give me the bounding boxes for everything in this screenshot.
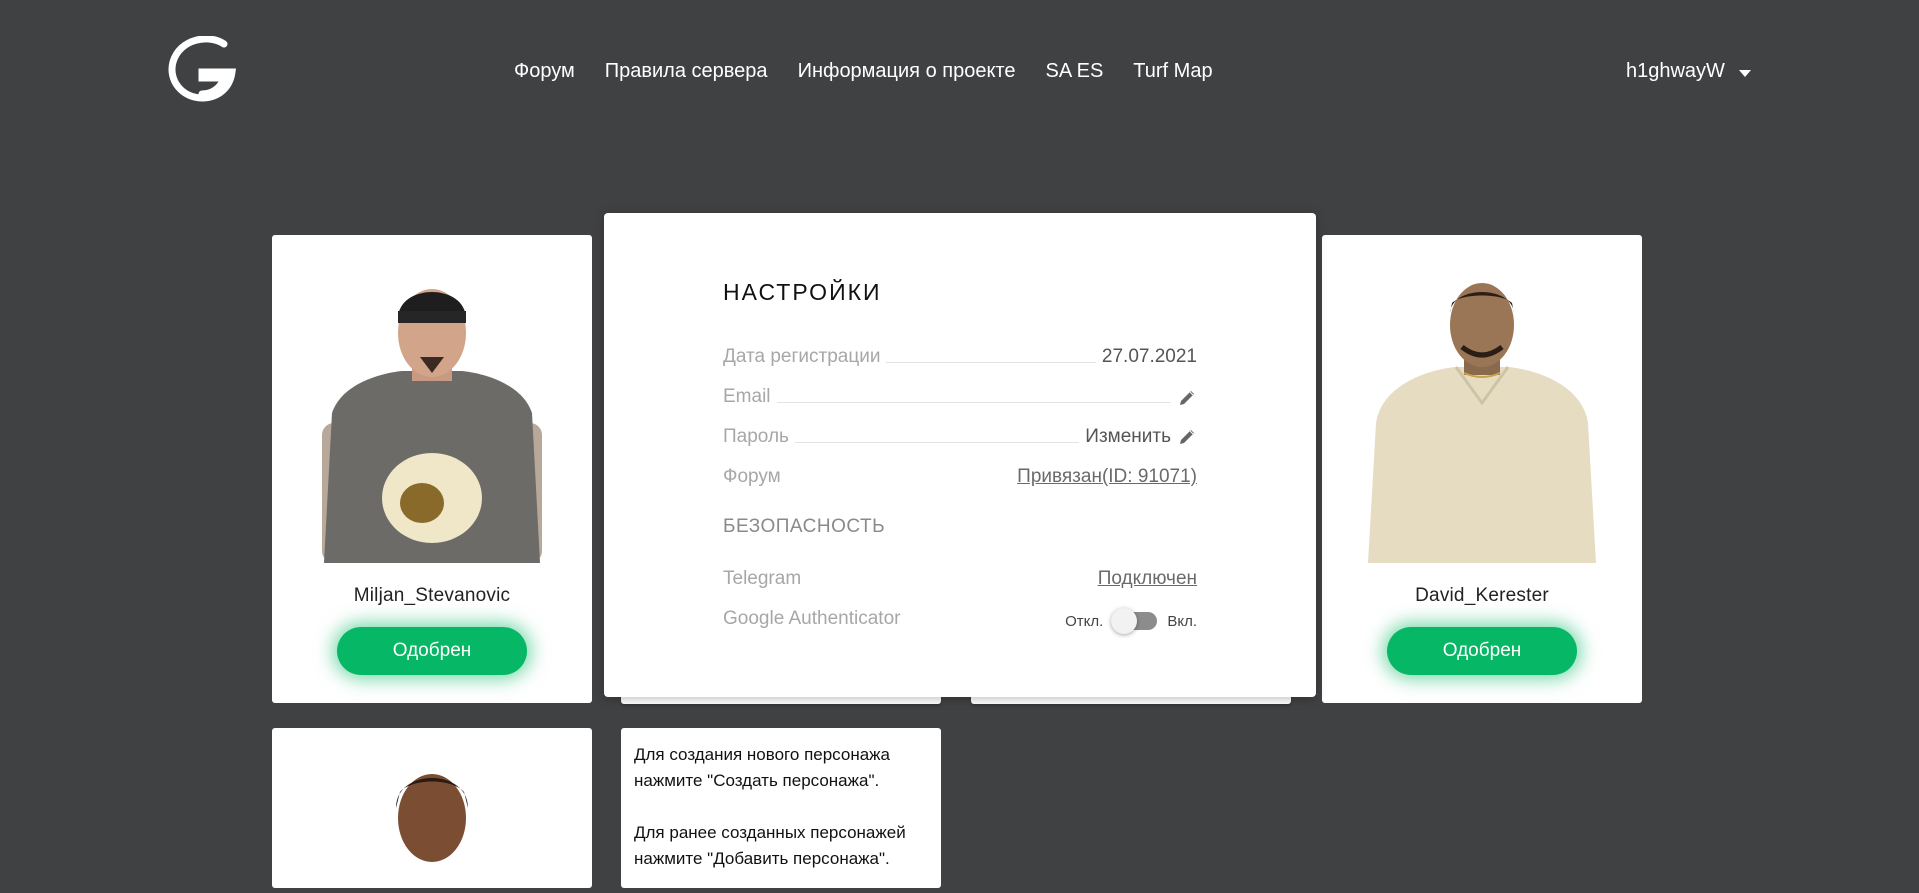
password-label: Пароль [723, 426, 789, 447]
telegram-link[interactable]: Подключен [1098, 568, 1197, 590]
info-text-add: Для ранее созданных персонажей нажмите "… [634, 823, 906, 868]
approved-button[interactable]: Одобрен [1387, 627, 1577, 675]
info-card: Для создания нового персонажа нажмите "С… [621, 728, 941, 888]
google-auth-toggle[interactable] [1111, 608, 1158, 634]
nav-project-info[interactable]: Информация о проекте [798, 60, 1016, 83]
security-title: БЕЗОПАСНОСТЬ [723, 516, 886, 537]
approved-button[interactable]: Одобрен [337, 627, 527, 675]
character-name: Miljan_Stevanovic [353, 585, 511, 606]
character-avatar [396, 774, 468, 862]
character-name: David_Kerester [1415, 585, 1549, 606]
nav-server-rules[interactable]: Правила сервера [605, 60, 768, 83]
pencil-icon[interactable] [1177, 427, 1197, 447]
info-text-create: Для создания нового персонажа нажмите "С… [634, 745, 890, 790]
row-divider [776, 402, 1171, 403]
character-avatar [302, 273, 562, 563]
username: h1ghwayW [1626, 60, 1725, 82]
registration-row: Дата регистрации 27.07.2021 [723, 328, 1197, 368]
registration-value: 27.07.2021 [1101, 346, 1197, 367]
user-menu[interactable]: h1ghwayW [1626, 60, 1751, 83]
email-row: Email [723, 368, 1197, 408]
email-label: Email [723, 386, 771, 407]
logo-icon [168, 35, 236, 102]
password-change-label: Изменить [1085, 426, 1171, 447]
google-auth-row: Google Authenticator Откл. Вкл. [723, 590, 1197, 634]
pencil-icon[interactable] [1177, 388, 1197, 408]
forum-link[interactable]: Привязан(ID: 91071) [1017, 466, 1197, 488]
google-auth-label: Google Authenticator [723, 608, 901, 629]
row-divider [886, 362, 1096, 363]
nav-forum[interactable]: Форум [514, 60, 575, 83]
forum-row: Форум Привязан(ID: 91071) [723, 448, 1197, 488]
site-logo[interactable] [166, 35, 238, 102]
toggle-off-label: Откл. [1065, 612, 1104, 630]
row-divider [794, 442, 1080, 443]
character-card: David_Kerester Одобрен [1322, 235, 1642, 703]
settings-modal: НАСТРОЙКИ Дата регистрации 27.07.2021 Em… [604, 213, 1316, 697]
forum-label: Форум [723, 466, 781, 487]
telegram-label: Telegram [723, 568, 802, 589]
character-card [272, 728, 592, 888]
character-card: Miljan_Stevanovic Одобрен [272, 235, 592, 703]
google-auth-toggle-group: Откл. Вкл. [1065, 608, 1197, 634]
nav-turf-map[interactable]: Turf Map [1133, 60, 1212, 83]
nav-sa-es[interactable]: SA ES [1045, 60, 1103, 83]
registration-label: Дата регистрации [723, 346, 881, 367]
password-row: Пароль Изменить [723, 408, 1197, 448]
email-value [1177, 388, 1197, 408]
main-nav: Форум Правила сервера Информация о проек… [514, 60, 1213, 83]
telegram-row: Telegram Подключен [723, 550, 1197, 590]
password-change[interactable]: Изменить [1085, 426, 1197, 448]
character-avatar [1352, 273, 1612, 563]
toggle-on-label: Вкл. [1167, 612, 1197, 630]
toggle-knob [1111, 608, 1138, 634]
caret-down-icon [1738, 70, 1751, 77]
settings-title: НАСТРОЙКИ [723, 279, 882, 305]
